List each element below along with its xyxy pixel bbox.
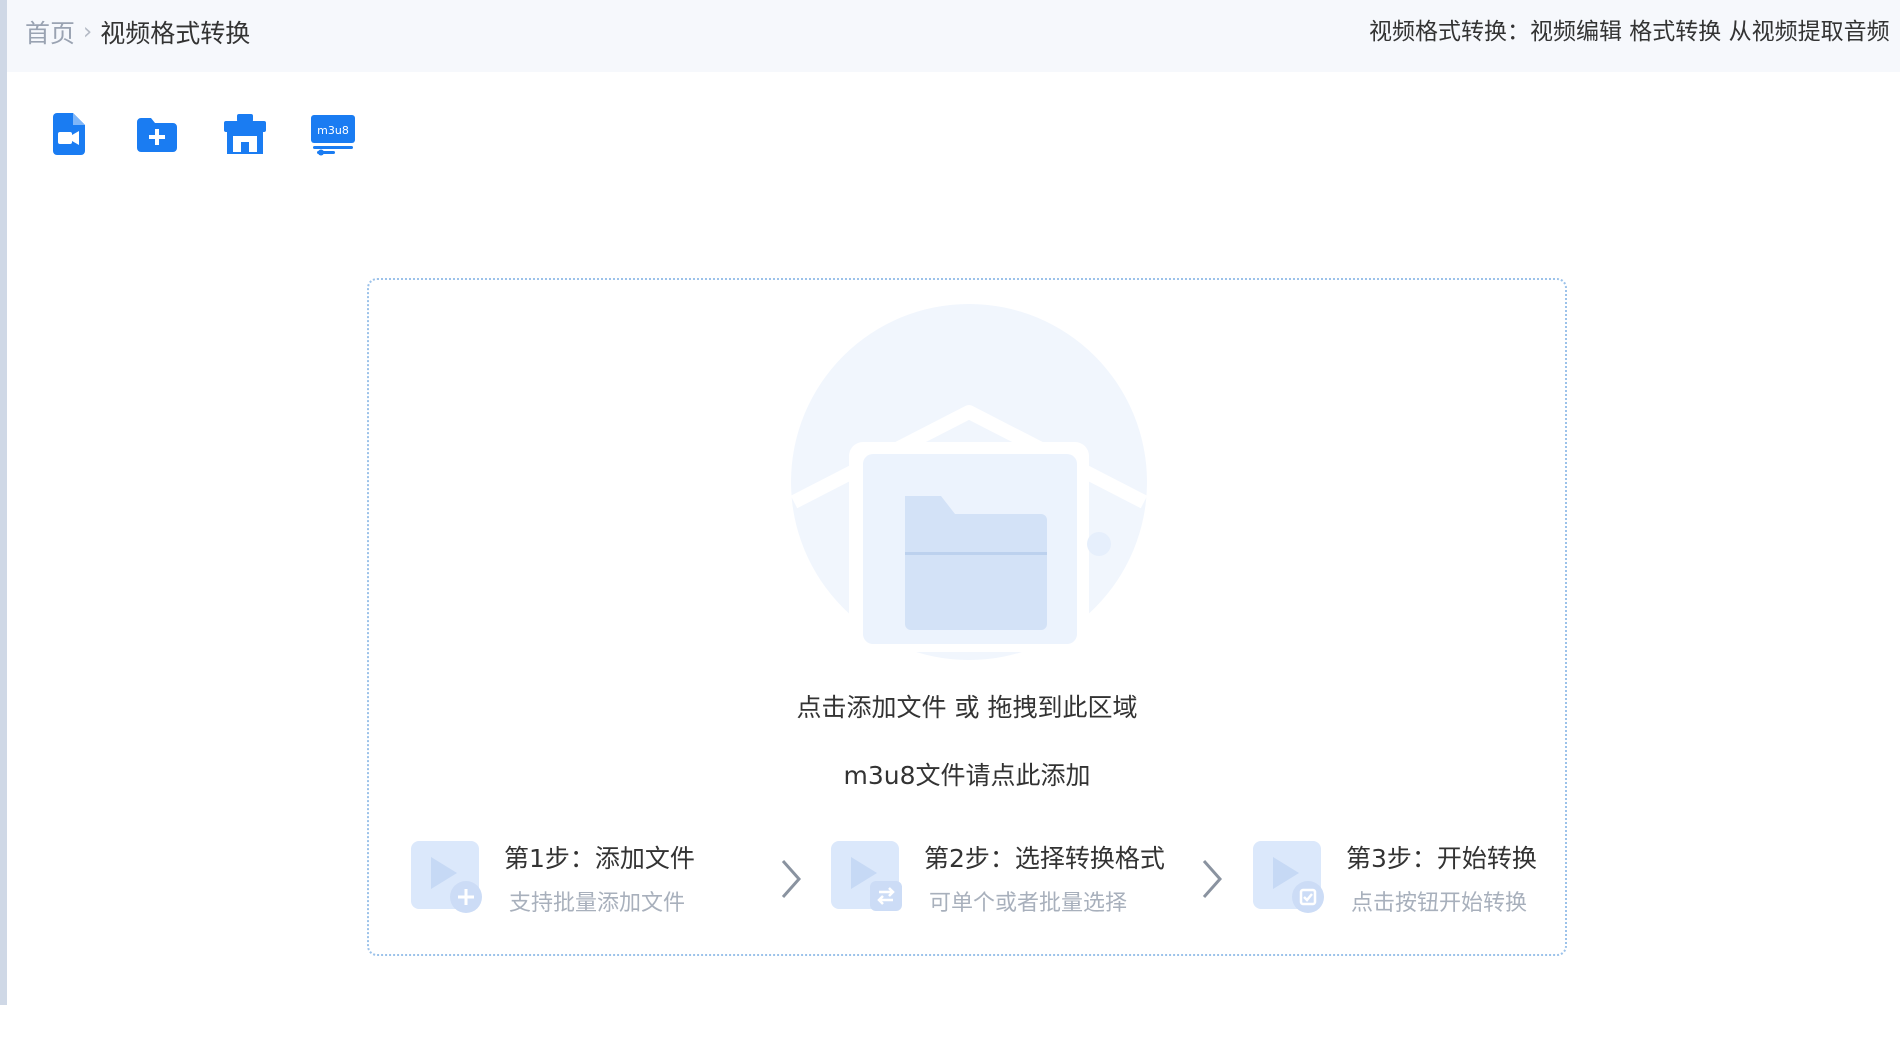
add-video-file-button[interactable] bbox=[44, 109, 94, 159]
chevron-right-icon bbox=[781, 860, 802, 898]
m3u8-icon: m3u8 bbox=[311, 115, 355, 156]
drop-hint-text: 点击添加文件 或 拖拽到此区域 bbox=[796, 693, 1138, 722]
breadcrumb: 首页 › 视频格式转换 bbox=[25, 0, 250, 64]
add-video-file-icon bbox=[53, 113, 85, 155]
batch-import-icon bbox=[224, 114, 266, 154]
step-2: 第2步：选择转换格式 可单个或者批量选择 bbox=[829, 835, 1165, 925]
step-3: 第3步：开始转换 点击按钮开始转换 bbox=[1251, 835, 1551, 925]
breadcrumb-home-link[interactable]: 首页 bbox=[25, 14, 75, 50]
step-1-desc: 支持批量添加文件 bbox=[509, 891, 686, 916]
header-description: 视频格式转换：视频编辑 格式转换 从视频提取音频 bbox=[1369, 19, 1890, 45]
m3u8-badge-text: m3u8 bbox=[317, 124, 349, 137]
chevron-right-icon bbox=[1202, 860, 1223, 898]
add-folder-icon bbox=[137, 118, 177, 152]
file-drop-zone[interactable]: 点击添加文件 或 拖拽到此区域 m3u8文件请点此添加 第1步：添加文件 支持批… bbox=[367, 278, 1567, 956]
steps-guide: 第1步：添加文件 支持批量添加文件 第2步：选择转换格式 可单个或者批量选择 第… bbox=[409, 835, 1537, 925]
breadcrumb-current: 视频格式转换 bbox=[100, 19, 251, 48]
step-3-title: 第3步：开始转换 bbox=[1346, 844, 1537, 873]
batch-import-button[interactable] bbox=[220, 109, 270, 159]
convert-step-icon bbox=[831, 841, 902, 911]
add-folder-button[interactable] bbox=[132, 109, 182, 159]
step-1-title: 第1步：添加文件 bbox=[504, 844, 695, 873]
step-3-desc: 点击按钮开始转换 bbox=[1351, 891, 1528, 916]
add-step-icon bbox=[411, 841, 482, 913]
empty-folder-illustration bbox=[790, 304, 1148, 660]
breadcrumb-separator: › bbox=[83, 19, 93, 45]
add-m3u8-button[interactable]: m3u8 bbox=[308, 109, 358, 159]
step-2-title: 第2步：选择转换格式 bbox=[924, 844, 1165, 873]
step-1: 第1步：添加文件 支持批量添加文件 bbox=[409, 835, 739, 925]
left-border-strip bbox=[0, 0, 7, 1005]
toolbar: m3u8 bbox=[44, 108, 396, 160]
top-bar: 首页 › 视频格式转换 视频格式转换：视频编辑 格式转换 从视频提取音频 bbox=[7, 0, 1900, 72]
step-2-desc: 可单个或者批量选择 bbox=[929, 891, 1128, 916]
start-step-icon bbox=[1253, 841, 1324, 913]
m3u8-add-link[interactable]: m3u8文件请点此添加 bbox=[369, 756, 1565, 792]
